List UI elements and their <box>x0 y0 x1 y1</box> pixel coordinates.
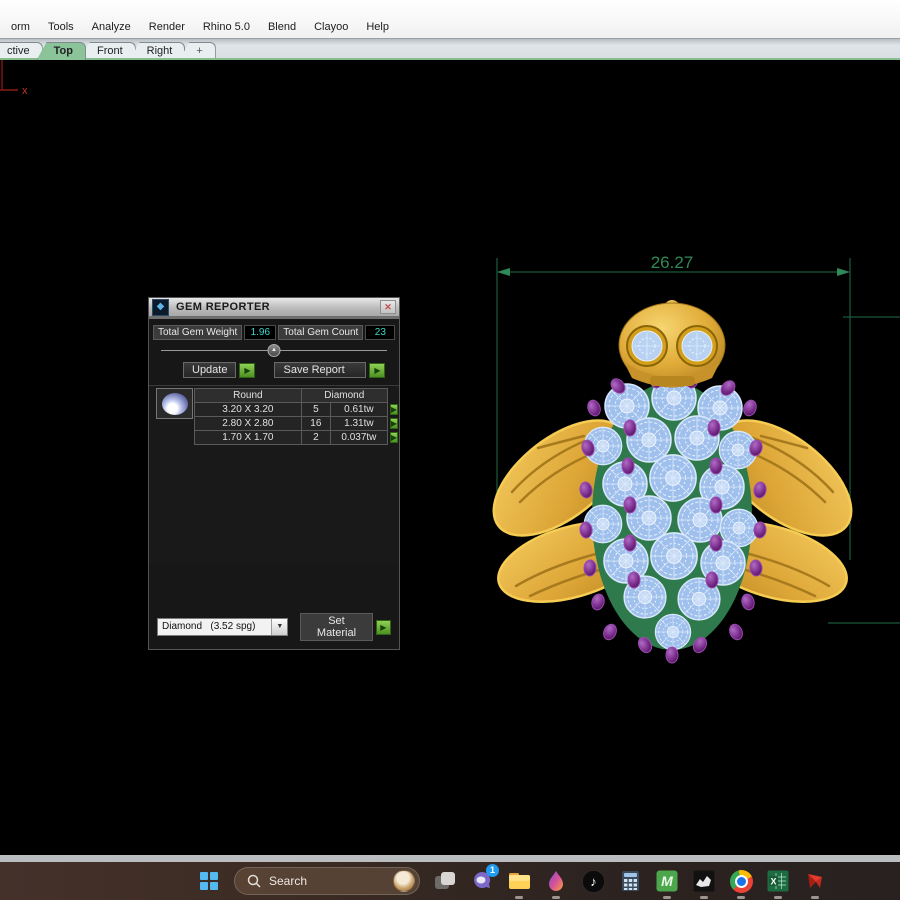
windows-taskbar: Search 1 <box>0 862 900 900</box>
menu-item-rhino5[interactable]: Rhino 5.0 <box>194 19 259 35</box>
total-gem-count-label: Total Gem Count <box>278 325 363 340</box>
shape-header: Round <box>195 389 302 403</box>
task-view-button[interactable] <box>433 869 457 893</box>
gem-count: 5 <box>301 403 330 417</box>
update-button[interactable]: Update <box>183 362 236 378</box>
gem-totals-row: Total Gem Weight 1.96 Total Gem Count 23 <box>153 325 395 340</box>
gem-table-header: Round Diamond <box>195 389 399 403</box>
menu-item-tools[interactable]: Tools <box>39 19 83 35</box>
gem-reporter-titlebar[interactable]: ◆ GEM REPORTER ✕ <box>149 298 399 319</box>
gem-weight: 0.037tw <box>330 431 387 445</box>
excel-icon: X <box>767 870 789 892</box>
tab-front[interactable]: Front <box>80 42 136 60</box>
menu-item-clayoo[interactable]: Clayoo <box>305 19 357 35</box>
save-report-button[interactable]: Save Report <box>274 362 366 378</box>
gem-size: 2.80 X 2.80 <box>195 417 302 431</box>
gem-weight: 1.31tw <box>330 417 387 431</box>
bee-pendant-model: 26.27 <box>0 60 900 855</box>
panel-title: GEM REPORTER <box>176 301 380 313</box>
gem-table: Round Diamond 3.20 X 3.20 5 0.61tw 2.80 … <box>194 388 399 445</box>
menu-item-transform[interactable]: orm <box>2 19 39 35</box>
tab-right[interactable]: Right <box>130 42 186 60</box>
search-highlight-image <box>393 870 415 892</box>
set-material-button[interactable]: Set Material <box>300 613 372 641</box>
teams-chat-button[interactable]: 1 <box>470 869 494 893</box>
gem-count: 2 <box>301 431 330 445</box>
rhino-button[interactable] <box>692 869 716 893</box>
red-3d-app-icon <box>804 870 826 892</box>
viewport-tab-bar: ctive Top Front Right + <box>0 38 900 60</box>
gem-reporter-panel[interactable]: ◆ GEM REPORTER ✕ Total Gem Weight 1.96 T… <box>148 297 400 650</box>
table-row[interactable]: 3.20 X 3.20 5 0.61tw <box>195 403 399 417</box>
collapse-divider: ▲ <box>161 344 387 358</box>
cplane-axis-icon: x <box>0 60 60 105</box>
chevron-down-icon[interactable] <box>271 619 287 635</box>
search-placeholder: Search <box>269 874 393 888</box>
rhino-icon <box>693 870 715 892</box>
select-row-icon[interactable] <box>390 432 398 443</box>
file-explorer-button[interactable] <box>507 869 531 893</box>
x-axis-label: x <box>22 85 28 97</box>
search-icon <box>247 874 261 888</box>
gem-reporter-icon: ◆ <box>152 299 169 316</box>
search-input[interactable]: Search <box>234 867 420 895</box>
top-viewport[interactable]: 26.27 <box>0 60 900 855</box>
material-dropdown[interactable]: Diamond (3.52 spg) <box>157 618 288 636</box>
collapse-toggle-icon[interactable]: ▲ <box>268 344 281 357</box>
droplet-icon <box>547 870 565 892</box>
menu-item-render[interactable]: Render <box>140 19 194 35</box>
total-gem-weight-label: Total Gem Weight <box>153 325 242 340</box>
calculator-icon <box>621 870 640 892</box>
svg-text:♪: ♪ <box>590 874 597 889</box>
menu-bar: orm Tools Analyze Render Rhino 5.0 Blend… <box>0 0 900 38</box>
tiktok-icon: ♪ <box>582 870 605 893</box>
chrome-icon <box>730 870 753 893</box>
folder-icon <box>508 871 531 891</box>
tab-top[interactable]: Top <box>37 42 86 60</box>
select-row-icon[interactable] <box>390 418 398 429</box>
material-dropdown-value: Diamond (3.52 spg) <box>158 619 271 635</box>
chrome-button[interactable] <box>729 869 753 893</box>
gem-count: 16 <box>301 417 330 431</box>
matrixgold-icon: M <box>656 870 678 892</box>
calculator-button[interactable] <box>618 869 642 893</box>
tab-perspective[interactable]: ctive <box>0 42 43 60</box>
chat-notification-badge: 1 <box>486 864 499 877</box>
total-gem-weight-value: 1.96 <box>244 325 276 340</box>
red-3d-app-button[interactable] <box>803 869 827 893</box>
menu-item-help[interactable]: Help <box>357 19 398 35</box>
total-gem-count-value: 23 <box>365 325 395 340</box>
menu-item-analyze[interactable]: Analyze <box>83 19 140 35</box>
windows-logo-icon <box>200 872 218 890</box>
gem-table-zone: Round Diamond 3.20 X 3.20 5 0.61tw 2.80 … <box>149 385 399 565</box>
round-gem-icon <box>162 393 188 415</box>
select-row-icon[interactable] <box>390 404 398 415</box>
paint-droplet-button[interactable] <box>544 869 568 893</box>
window-bottom-edge <box>0 855 900 862</box>
excel-button[interactable]: X <box>766 869 790 893</box>
panel-buttons-row: Update Save Report <box>183 362 399 378</box>
material-row: Diamond (3.52 spg) Set Material <box>149 613 399 641</box>
tab-add-viewport[interactable]: + <box>179 42 215 60</box>
gem-preview-thumbnail[interactable] <box>156 388 193 419</box>
menu-item-blend[interactable]: Blend <box>259 19 305 35</box>
tiktok-button[interactable]: ♪ <box>581 869 605 893</box>
close-icon[interactable]: ✕ <box>380 300 396 314</box>
material-header: Diamond <box>301 389 387 403</box>
matrixgold-button[interactable]: M <box>655 869 679 893</box>
start-button[interactable] <box>197 869 221 893</box>
svg-text:X: X <box>770 877 776 887</box>
table-row[interactable]: 2.80 X 2.80 16 1.31tw <box>195 417 399 431</box>
task-view-icon <box>435 872 455 890</box>
rhino-window: orm Tools Analyze Render Rhino 5.0 Blend… <box>0 0 900 900</box>
svg-text:M: M <box>661 873 673 889</box>
set-material-run-icon[interactable] <box>376 620 391 635</box>
gem-size: 3.20 X 3.20 <box>195 403 302 417</box>
save-report-run-icon[interactable] <box>369 363 385 378</box>
table-row[interactable]: 1.70 X 1.70 2 0.037tw <box>195 431 399 445</box>
update-run-icon[interactable] <box>239 363 255 378</box>
dimension-width-label: 26.27 <box>651 253 694 272</box>
gem-weight: 0.61tw <box>330 403 387 417</box>
gem-size: 1.70 X 1.70 <box>195 431 302 445</box>
